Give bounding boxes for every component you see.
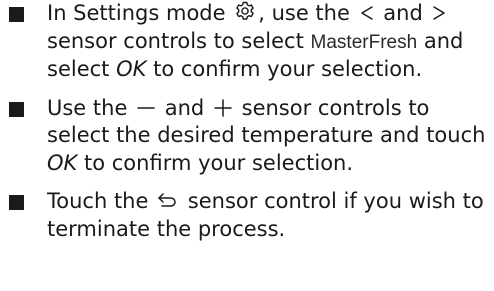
gear-icon xyxy=(234,0,256,22)
instruction-list: In Settings mode , use the and sensor co… xyxy=(0,0,494,243)
back-arrow-icon xyxy=(157,192,179,210)
chevron-left-icon xyxy=(359,4,375,22)
plus-icon xyxy=(213,98,233,117)
instruction-text: to confirm your selection. xyxy=(84,150,354,175)
instruction-text: In Settings mode xyxy=(47,1,226,25)
instruction-text: , use the xyxy=(258,1,350,25)
ok-label: OK xyxy=(47,150,78,175)
square-bullet-icon xyxy=(9,101,24,117)
square-bullet-icon xyxy=(9,195,24,210)
instruction-item-settings: In Settings mode , use the and sensor co… xyxy=(0,0,494,84)
minus-icon xyxy=(136,99,156,117)
instruction-text: to confirm your selection. xyxy=(153,57,423,81)
instruction-item-temperature: Use the and sensor controls to select th… xyxy=(0,95,494,178)
square-bullet-icon xyxy=(9,7,24,22)
instruction-text: and xyxy=(164,95,205,120)
instruction-text: and xyxy=(383,1,423,25)
ok-label: OK xyxy=(116,57,147,81)
display-text-masterfresh: MasterFresh xyxy=(310,31,418,53)
instruction-text: Use the xyxy=(47,95,128,120)
instruction-text: sensor controls to select xyxy=(47,28,304,53)
instruction-text: Touch the xyxy=(47,189,149,213)
instruction-item-back: Touch the sensor control if you wish to … xyxy=(0,188,494,243)
chevron-right-icon xyxy=(431,4,447,22)
